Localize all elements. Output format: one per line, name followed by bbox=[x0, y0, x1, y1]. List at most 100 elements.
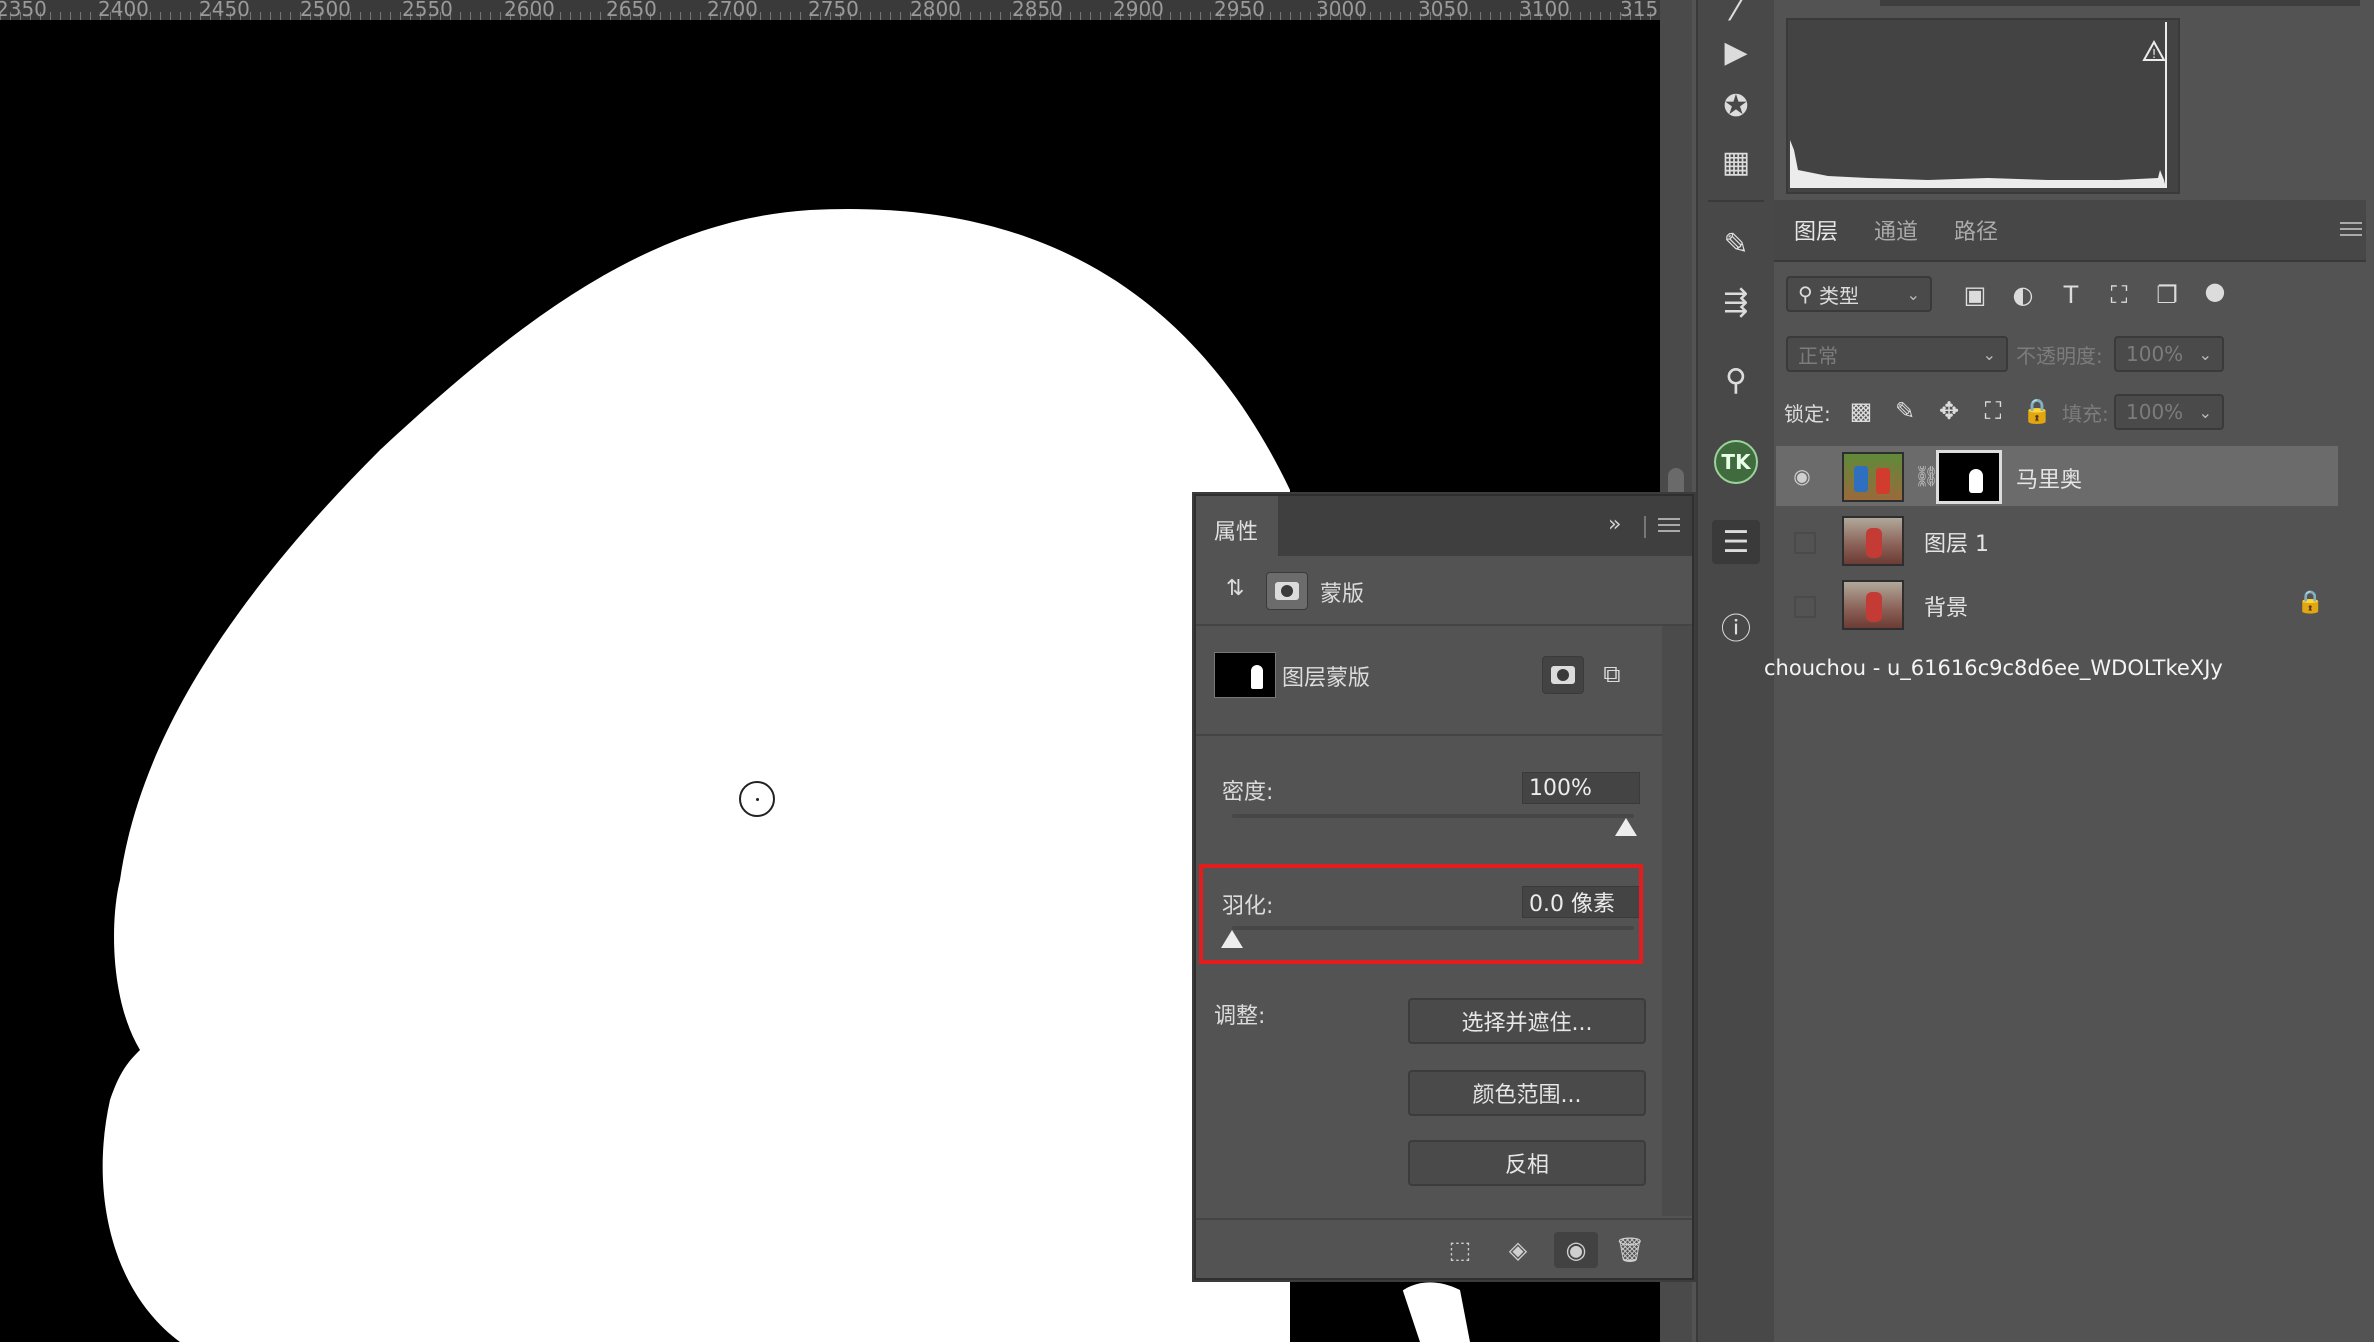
layer-thumbnail bbox=[1842, 580, 1904, 630]
fill-field[interactable]: 100% ⌄ bbox=[2114, 394, 2224, 430]
layer-name[interactable]: 马里奥 bbox=[2016, 462, 2082, 494]
table-icon[interactable]: ▦ bbox=[1712, 140, 1760, 184]
horizontal-ruler: 2350 2400 2450 2500 2550 2600 2650 2700 … bbox=[0, 0, 1660, 20]
opacity-value: 100% bbox=[2126, 342, 2184, 366]
mask-icon bbox=[1551, 666, 1575, 684]
histogram-header bbox=[1880, 0, 2360, 6]
layer-name[interactable]: 背景 bbox=[1924, 590, 1968, 622]
highlight-box bbox=[1199, 864, 1643, 964]
select-and-mask-button[interactable]: 选择并遮住... bbox=[1408, 998, 1646, 1044]
brush-settings-icon[interactable]: ✎ bbox=[1712, 222, 1760, 266]
lock-position-icon[interactable]: ✥ bbox=[1934, 396, 1964, 426]
ruler-label: 2700 bbox=[707, 0, 758, 20]
properties-scrollbar[interactable] bbox=[1662, 626, 1692, 1216]
filter-toggle-icon[interactable]: ● bbox=[2200, 276, 2230, 306]
panel-menu-icon[interactable] bbox=[2340, 222, 2362, 236]
color-palette-icon[interactable]: ✪ bbox=[1712, 84, 1760, 128]
tab-layers[interactable]: 图层 bbox=[1794, 214, 1838, 246]
eye-icon[interactable]: ◉ bbox=[1554, 1232, 1598, 1268]
lock-pixels-icon[interactable]: ✎ bbox=[1890, 396, 1920, 426]
chevron-down-icon: ⌄ bbox=[1906, 284, 1920, 304]
ruler-label: 2800 bbox=[910, 0, 961, 20]
clone-source-icon[interactable]: ⚲ bbox=[1712, 358, 1760, 402]
ruler-label: 315 bbox=[1620, 0, 1659, 20]
filter-type-icon[interactable]: T bbox=[2056, 280, 2086, 310]
play-icon[interactable]: ▶ bbox=[1712, 30, 1760, 74]
layer-row[interactable]: ◉ ⛓ 马里奥 bbox=[1776, 446, 2338, 506]
filter-adjustment-icon[interactable]: ◐ bbox=[2008, 280, 2038, 310]
lock-all-icon[interactable]: 🔒 bbox=[2022, 396, 2052, 426]
double-chevron-right-icon[interactable]: » bbox=[1608, 512, 1621, 537]
properties-title: 属性 bbox=[1214, 520, 1259, 545]
opacity-field[interactable]: 100% ⌄ bbox=[2114, 336, 2224, 372]
chevron-down-icon: ⌄ bbox=[1982, 344, 1996, 364]
chevron-down-icon: ⌄ bbox=[2198, 402, 2212, 422]
tab-channels[interactable]: 通道 bbox=[1874, 214, 1918, 246]
ruler-label: 2950 bbox=[1214, 0, 1265, 20]
pixel-mask-toggle-icon[interactable]: ⇅ bbox=[1226, 576, 1244, 601]
divider bbox=[1196, 734, 1662, 736]
lock-label: 锁定: bbox=[1784, 402, 1831, 426]
histogram-panel: ! bbox=[1786, 18, 2180, 194]
layer-mask-mode-button[interactable] bbox=[1266, 572, 1308, 610]
layer-filter-dropdown[interactable]: ⚲ 类型 ⌄ bbox=[1786, 276, 1932, 312]
layer-thumbnail bbox=[1842, 516, 1904, 566]
lock-transparent-icon[interactable]: ▩ bbox=[1846, 396, 1876, 426]
blend-mode-dropdown[interactable]: 正常 ⌄ bbox=[1786, 336, 2008, 372]
section-label: 蒙版 bbox=[1320, 582, 1365, 607]
tk-plugin-icon[interactable]: TK bbox=[1712, 440, 1760, 484]
layer-name[interactable]: 图层 1 bbox=[1924, 526, 1989, 558]
lock-icon: 🔒 bbox=[2296, 590, 2324, 615]
visibility-toggle[interactable] bbox=[1794, 596, 1816, 618]
divider bbox=[1196, 624, 1692, 626]
properties-sliders-icon[interactable]: ☰ bbox=[1712, 520, 1760, 564]
add-pixel-mask-button[interactable] bbox=[1542, 656, 1584, 694]
ruler-label: 2500 bbox=[300, 0, 351, 20]
ruler-label: 3100 bbox=[1519, 0, 1570, 20]
brush-cursor bbox=[739, 781, 775, 817]
invert-button[interactable]: 反相 bbox=[1408, 1140, 1646, 1186]
properties-panel: 属性 » ⇅ 蒙版 图层蒙版 ⧉ 密度: 100% 羽化: 0.0 像素 调整:… bbox=[1194, 494, 1694, 1280]
add-vector-mask-icon[interactable]: ⧉ bbox=[1592, 656, 1632, 692]
panel-menu-icon[interactable] bbox=[1658, 518, 1680, 532]
filter-pixel-icon[interactable]: ▣ bbox=[1960, 280, 1990, 310]
filter-kind-label: 类型 bbox=[1819, 283, 1860, 308]
ruler-label: 3050 bbox=[1418, 0, 1469, 20]
density-slider[interactable] bbox=[1232, 814, 1634, 818]
layer-row[interactable]: 图层 1 bbox=[1776, 510, 2338, 570]
density-label: 密度: bbox=[1222, 780, 1274, 805]
info-icon[interactable]: ⓘ bbox=[1712, 604, 1760, 648]
adjust-label: 调整: bbox=[1214, 1004, 1266, 1029]
ruler-label: 2850 bbox=[1012, 0, 1063, 20]
ruler-label: 2900 bbox=[1113, 0, 1164, 20]
filter-shape-icon[interactable]: ⛶ bbox=[2104, 280, 2134, 310]
layer-mask-thumbnail[interactable] bbox=[1936, 450, 2002, 504]
ruler-label: 2350 bbox=[0, 0, 47, 20]
histogram-graph: ! bbox=[1790, 22, 2167, 188]
fill-label: 填充: bbox=[2062, 402, 2109, 426]
tab-paths[interactable]: 路径 bbox=[1954, 214, 1998, 246]
ruler-label: 2550 bbox=[402, 0, 453, 20]
visibility-toggle[interactable] bbox=[1794, 532, 1816, 554]
ruler-label: 2750 bbox=[808, 0, 859, 20]
filter-smartobject-icon[interactable]: ❐ bbox=[2152, 280, 2182, 310]
density-input[interactable]: 100% bbox=[1522, 772, 1640, 804]
load-selection-icon[interactable]: ⬚ bbox=[1442, 1232, 1478, 1268]
eye-icon[interactable]: ◉ bbox=[1790, 464, 1814, 488]
color-range-button[interactable]: 颜色范围... bbox=[1408, 1070, 1646, 1116]
density-slider-thumb[interactable] bbox=[1615, 818, 1637, 836]
delete-mask-icon[interactable]: 🗑 bbox=[1612, 1232, 1648, 1268]
apply-mask-icon[interactable]: ◈ bbox=[1500, 1232, 1536, 1268]
tool-divider bbox=[1708, 200, 1764, 202]
properties-header: 属性 » bbox=[1196, 496, 1692, 556]
ruler-label: 2600 bbox=[504, 0, 555, 20]
lock-artboard-icon[interactable]: ⛶ bbox=[1978, 396, 2008, 426]
tab-properties[interactable]: 属性 bbox=[1196, 496, 1278, 556]
watermark-text: chouchou - u_61616c9c8d6ee_WDOLTkeXJy bbox=[1764, 656, 2223, 680]
adjust-brush-icon[interactable]: ⇶ bbox=[1712, 280, 1760, 324]
brush-preset-icon[interactable]: ⁄ bbox=[1712, 0, 1760, 32]
chevron-down-icon: ⌄ bbox=[2198, 344, 2212, 364]
ruler-label: 3000 bbox=[1316, 0, 1367, 20]
header-divider bbox=[1644, 516, 1646, 538]
layer-row[interactable]: 背景 🔒 bbox=[1776, 574, 2338, 634]
